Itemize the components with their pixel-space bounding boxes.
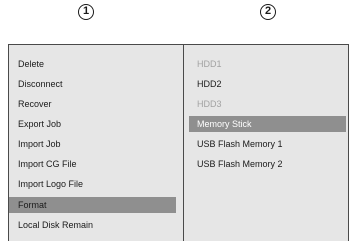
submenu-item-memory-stick[interactable]: Memory Stick [189, 116, 346, 132]
menu-item-import-cg-file[interactable]: Import CG File [9, 156, 176, 172]
menu-item-format[interactable]: Format [9, 197, 176, 213]
submenu-item-usb-flash-memory-2[interactable]: USB Flash Memory 2 [189, 156, 346, 172]
submenu-item-hdd1: HDD1 [197, 59, 222, 69]
submenu-item-hdd3: HDD3 [197, 99, 222, 109]
menu-item-disconnect[interactable]: Disconnect [9, 76, 176, 92]
menu-item-recover[interactable]: Recover [9, 96, 176, 112]
menu-item-import-job[interactable]: Import Job [9, 136, 176, 152]
callout-number-2: 2 [260, 4, 276, 20]
menu-panel: Delete Disconnect Recover Export Job Imp… [8, 44, 349, 241]
format-submenu: HDD1 HDD2 HDD3 Memory Stick USB Flash Me… [184, 45, 348, 241]
submenu-item-hdd2[interactable]: HDD2 [189, 76, 346, 92]
main-menu: Delete Disconnect Recover Export Job Imp… [9, 45, 184, 241]
menu-item-export-job[interactable]: Export Job [9, 116, 176, 132]
menu-item-delete[interactable]: Delete [9, 56, 176, 72]
callout-number-1: 1 [78, 4, 94, 20]
submenu-item-usb-flash-memory-1[interactable]: USB Flash Memory 1 [189, 136, 346, 152]
menu-item-local-disk-remain[interactable]: Local Disk Remain [9, 217, 176, 233]
menu-item-import-logo-file[interactable]: Import Logo File [9, 176, 176, 192]
